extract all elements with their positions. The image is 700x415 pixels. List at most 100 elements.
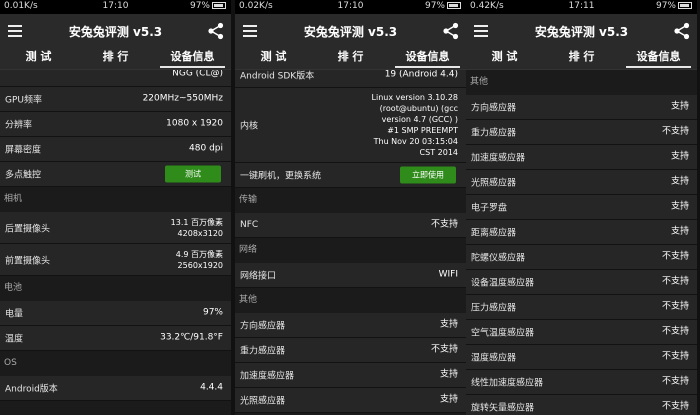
item-label: 空气温度感应器 <box>471 328 535 339</box>
content-list[interactable]: NGG (CL@) GPU频率 220MHz~550MHz 分辨率 1080 x… <box>0 70 231 415</box>
section-header: 其他 <box>466 70 697 95</box>
list-item: 温度 33.2℃/91.8°F <box>0 326 231 351</box>
app-bar: 安兔兔评测 v5.3 <box>466 14 697 48</box>
tab-test[interactable]: 测 试 <box>235 48 312 69</box>
item-label: 方向感应器 <box>240 321 286 332</box>
item-label: 旋转矢量感应器 <box>471 403 535 414</box>
section-header: 相机 <box>0 187 231 212</box>
section-header: 传输 <box>235 188 466 213</box>
battery-status: 97% <box>190 1 226 11</box>
item-label: 一键刷机，更换系统 <box>240 171 322 182</box>
list-item: 重力感应器 不支持 <box>466 120 697 145</box>
item-value: 不支持 <box>661 351 689 362</box>
list-item: 网络接口 WIFI <box>235 263 466 288</box>
battery-icon <box>447 2 461 9</box>
item-label: 温度 <box>5 334 24 345</box>
screens-container: 0.01K/s 17:10 97% 安兔兔评测 v5.3 测 试排 行设备信息 … <box>0 0 700 415</box>
item-value: 480 dpi <box>189 143 223 154</box>
list-item: 方向感应器 支持 <box>466 95 697 120</box>
item-value: 不支持 <box>430 344 458 355</box>
tab-device-info[interactable]: 设备信息 <box>389 48 466 69</box>
status-bar: 0.42K/s 17:11 97% <box>466 0 697 14</box>
item-label: 光照感应器 <box>471 178 517 189</box>
section-header: 其他 <box>235 288 466 313</box>
share-icon[interactable] <box>673 22 691 40</box>
item-label: 加速度感应器 <box>471 153 526 164</box>
action-button[interactable]: 立即使用 <box>400 166 456 184</box>
action-button[interactable]: 测试 <box>165 165 221 183</box>
item-label: 设备温度感应器 <box>471 278 535 289</box>
list-item: 电子罗盘 支持 <box>466 195 697 220</box>
battery-status: 97% <box>656 1 692 11</box>
item-label: Android SDK版本 <box>240 71 315 82</box>
battery-icon <box>212 2 226 9</box>
content-list[interactable]: Android SDK版本 19 (Android 4.4) 内核 Linux … <box>235 70 466 415</box>
item-value: 不支持 <box>661 401 689 412</box>
list-item: Android版本 4.4.4 <box>0 376 231 401</box>
item-label: 网络接口 <box>240 271 277 282</box>
phone-screen-2: 0.02K/s 17:10 97% 安兔兔评测 v5.3 测 试排 行设备信息 … <box>235 0 466 415</box>
battery-level: 97% <box>424 1 445 11</box>
list-item: 加速度感应器 支持 <box>235 363 466 388</box>
item-value: NGG (CL@) <box>172 70 223 79</box>
item-value: 支持 <box>670 101 689 112</box>
item-value: 不支持 <box>661 276 689 287</box>
section-header: 电池 <box>0 276 231 301</box>
tab-ranking[interactable]: 排 行 <box>77 48 154 69</box>
list-item: 一键刷机，更换系统 立即使用 <box>235 163 466 188</box>
tab-test[interactable]: 测 试 <box>466 48 543 69</box>
app-bar: 安兔兔评测 v5.3 <box>0 14 231 48</box>
item-value: 不支持 <box>661 376 689 387</box>
item-value: 1080 x 1920 <box>166 118 223 129</box>
item-value: 支持 <box>439 369 458 380</box>
tab-bar: 测 试排 行设备信息 <box>235 48 466 70</box>
item-label: 后置摄像头 <box>5 224 51 234</box>
list-item: 空气温度感应器 不支持 <box>466 320 697 345</box>
tab-bar: 测 试排 行设备信息 <box>0 48 231 70</box>
item-label: 陀螺仪感应器 <box>471 253 526 264</box>
phone-screen-1: 0.01K/s 17:10 97% 安兔兔评测 v5.3 测 试排 行设备信息 … <box>0 0 231 415</box>
phone-screen-3: 0.42K/s 17:11 97% 安兔兔评测 v5.3 测 试排 行设备信息其… <box>466 0 697 415</box>
list-item: GPU频率 220MHz~550MHz <box>0 87 231 112</box>
item-value: WIFI <box>438 269 458 280</box>
list-item: 多点触控 测试 <box>0 162 231 187</box>
item-value: 支持 <box>439 394 458 405</box>
item-label: 电子罗盘 <box>471 203 508 214</box>
item-value: 支持 <box>670 176 689 187</box>
item-label: NFC <box>240 220 259 230</box>
item-value: 不支持 <box>661 126 689 137</box>
list-item: 屏幕密度 480 dpi <box>0 137 231 162</box>
battery-level: 97% <box>189 1 210 11</box>
item-value: 不支持 <box>661 301 689 312</box>
item-value: 97% <box>202 307 223 318</box>
item-label: 前置摄像头 <box>5 256 51 266</box>
item-label: Android版本 <box>5 384 58 395</box>
tab-ranking[interactable]: 排 行 <box>312 48 389 69</box>
tab-device-info[interactable]: 设备信息 <box>620 48 697 69</box>
item-label: 重力感应器 <box>471 128 517 139</box>
tab-ranking[interactable]: 排 行 <box>543 48 620 69</box>
list-item: 距离感应器 支持 <box>466 220 697 245</box>
content-list[interactable]: 其他 方向感应器 支持 重力感应器 不支持 加速度感应器 支持 光照感应器 支持… <box>466 70 697 415</box>
item-value: 4.4.4 <box>200 382 223 393</box>
list-item: 线性加速度感应器 不支持 <box>466 370 697 395</box>
section-header: 网络 <box>235 238 466 263</box>
tab-device-info[interactable]: 设备信息 <box>154 48 231 69</box>
section-header: OS <box>0 351 231 376</box>
item-value: 支持 <box>439 319 458 330</box>
item-label: 距离感应器 <box>471 228 517 239</box>
tab-bar: 测 试排 行设备信息 <box>466 48 697 70</box>
item-value: 13.1 百万像素 4208x3120 <box>170 217 223 238</box>
item-value: 220MHz~550MHz <box>142 93 223 104</box>
item-label: 屏幕密度 <box>5 145 42 156</box>
item-value: 支持 <box>670 151 689 162</box>
list-item: 陀螺仪感应器 不支持 <box>466 245 697 270</box>
list-item: NFC 不支持 <box>235 213 466 238</box>
share-icon[interactable] <box>442 22 460 40</box>
tab-test[interactable]: 测 试 <box>0 48 77 69</box>
item-label: 多点触控 <box>5 170 42 181</box>
list-item: 压力感应器 不支持 <box>466 295 697 320</box>
item-value: 19 (Android 4.4) <box>384 70 458 80</box>
list-item: 重力感应器 不支持 <box>235 338 466 363</box>
share-icon[interactable] <box>207 22 225 40</box>
